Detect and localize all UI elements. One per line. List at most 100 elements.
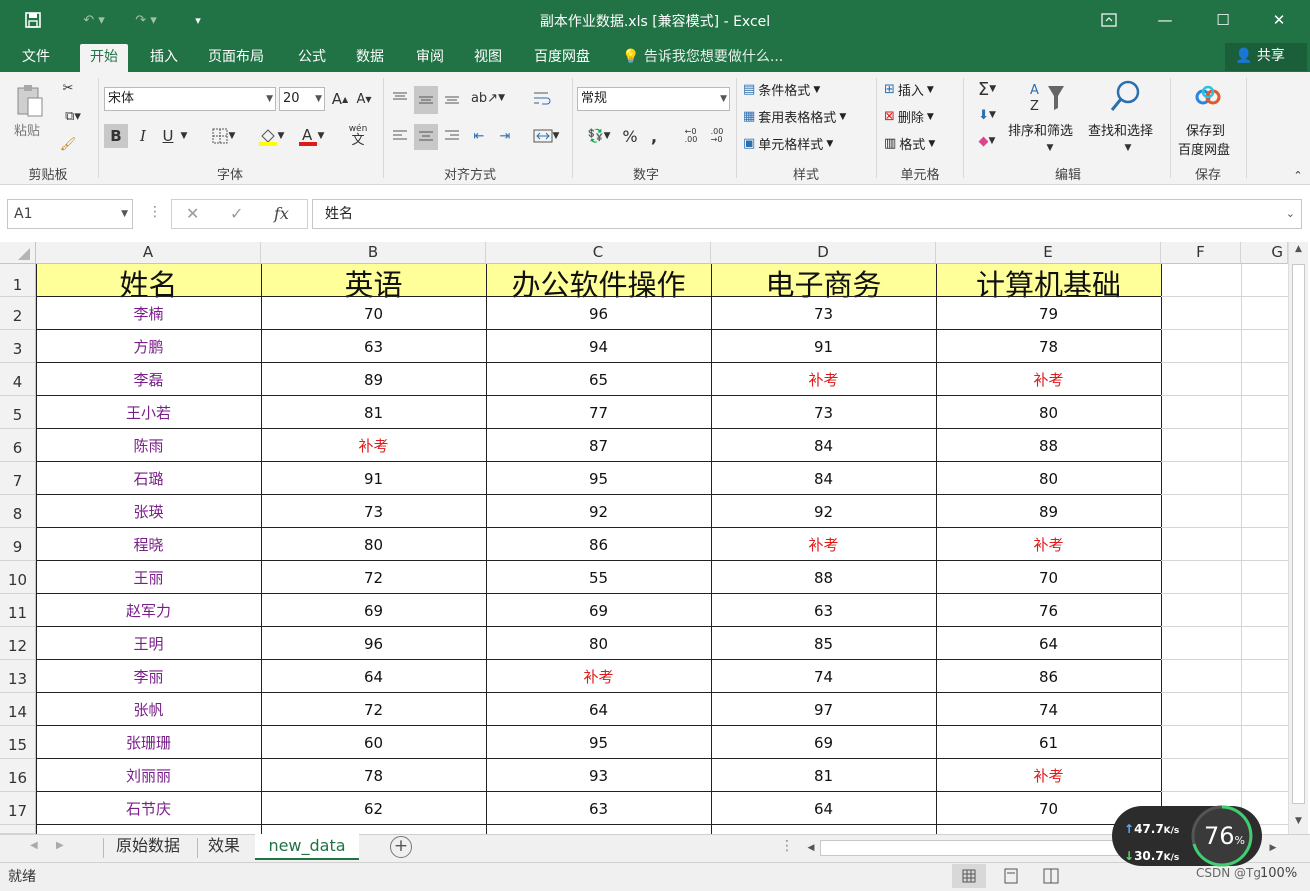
table-cell[interactable]: 74 [936,693,1161,726]
row-header[interactable]: 1 [0,264,36,297]
tab-review[interactable]: 审阅 [406,44,454,72]
header-cell[interactable]: 姓名 [36,264,261,302]
shrink-font-button[interactable]: A ▼ [354,87,374,111]
row-header[interactable]: 4 [0,363,36,396]
collapse-ribbon-icon[interactable]: ⌃ [1290,168,1306,182]
row-header[interactable]: 12 [0,627,36,660]
header-cell[interactable]: 计算机基础 [936,264,1161,302]
comma-button[interactable]: , [646,124,662,148]
autosum-icon[interactable]: Σ ▼ [970,78,1004,100]
borders-icon[interactable]: ▼ [204,124,242,148]
sheet-tab-splitter-icon[interactable]: ⋮ [780,838,794,854]
row-header[interactable]: 17 [0,792,36,825]
sheet-tab-effect[interactable]: 效果 [198,834,250,860]
table-cell[interactable]: 80 [261,528,486,561]
table-cell[interactable]: 72 [261,693,486,726]
column-header-f[interactable]: F [1161,242,1241,264]
grow-font-button[interactable]: A ▲ [330,87,350,111]
header-cell[interactable]: 办公软件操作 [486,264,711,302]
table-cell[interactable]: 69 [486,594,711,627]
table-cell[interactable]: 63 [711,594,936,627]
row-header[interactable]: 3 [0,330,36,363]
table-cell[interactable]: 96 [486,297,711,330]
vertical-scroll-thumb[interactable] [1292,264,1305,804]
table-cell[interactable]: 78 [261,759,486,792]
table-cell[interactable]: 李丽 [36,660,261,693]
page-break-view-icon[interactable] [1036,864,1066,888]
table-cell[interactable]: 69 [261,594,486,627]
row-header[interactable]: 15 [0,726,36,759]
font-size-select[interactable]: 20 ▼ [279,87,325,111]
table-cell[interactable]: 73 [711,297,936,330]
table-cell[interactable]: 95 [486,462,711,495]
table-cell[interactable]: 88 [711,561,936,594]
table-cell[interactable]: 92 [711,495,936,528]
tab-page-layout[interactable]: 页面布局 [198,44,274,72]
row-header[interactable]: 7 [0,462,36,495]
fill-icon[interactable]: ⬇ ▼ [970,104,1004,126]
table-cell[interactable]: 93 [486,759,711,792]
paste-icon[interactable] [12,80,48,120]
table-cell[interactable]: 64 [711,792,936,825]
tab-data[interactable]: 数据 [346,44,394,72]
align-middle-icon[interactable] [414,86,438,114]
tab-home[interactable]: 开始 [80,44,128,72]
table-cell[interactable]: 赵军力 [36,594,261,627]
page-layout-view-icon[interactable] [996,864,1026,888]
ribbon-display-icon[interactable] [1096,8,1122,32]
fill-color-icon[interactable]: ▼ [252,124,290,148]
select-all-corner[interactable] [0,242,36,264]
decrease-indent-icon[interactable]: ⇤ [468,124,490,148]
table-cell[interactable]: 69 [711,726,936,759]
underline-dropdown-icon[interactable]: ▼ [178,124,190,148]
table-cell[interactable]: 64 [261,660,486,693]
baidu-netdisk-icon[interactable] [1190,82,1226,112]
table-cell[interactable]: 补考 [936,528,1161,561]
find-select-dropdown-icon[interactable]: ▼ [1122,142,1134,154]
table-cell[interactable]: 86 [936,660,1161,693]
sheet-tab-original-data[interactable]: 原始数据 [106,834,190,860]
table-cell[interactable]: 72 [261,561,486,594]
table-cell[interactable]: 81 [261,396,486,429]
currency-icon[interactable]: 💱 ▼ [580,124,618,148]
sort-filter-button[interactable]: 排序和筛选 [1008,120,1073,139]
format-painter-icon[interactable]: 🖌 [58,134,78,154]
table-cell[interactable]: 85 [711,627,936,660]
row-header[interactable]: 6 [0,429,36,462]
tab-insert[interactable]: 插入 [140,44,188,72]
column-header-g[interactable]: G [1241,242,1288,264]
row-header[interactable] [0,825,36,834]
underline-button[interactable]: U [158,124,178,148]
table-cell[interactable]: 80 [486,627,711,660]
italic-button[interactable]: I [132,124,154,148]
close-icon[interactable]: ✕ [1266,8,1292,32]
table-cell[interactable]: 64 [486,693,711,726]
row-header[interactable]: 8 [0,495,36,528]
table-cell[interactable]: 87 [486,429,711,462]
copy-icon[interactable]: ⧉▾ [58,106,88,126]
align-center-icon[interactable] [414,124,438,150]
table-cell[interactable]: 70 [936,561,1161,594]
horizontal-scroll-thumb[interactable] [820,840,1150,856]
phonetic-guide-icon[interactable]: wén 文 [340,122,376,150]
table-cell[interactable]: 张瑛 [36,495,261,528]
align-top-icon[interactable] [389,86,411,110]
table-cell[interactable]: 80 [936,462,1161,495]
tell-me-search[interactable]: 💡 告诉我您想要做什么... [622,46,783,66]
header-cell[interactable]: 电子商务 [711,264,936,302]
tab-formulas[interactable]: 公式 [288,44,336,72]
table-cell[interactable]: 81 [711,759,936,792]
formula-input[interactable]: 姓名 ⌄ [312,199,1302,229]
tab-view[interactable]: 视图 [464,44,512,72]
row-header[interactable]: 9 [0,528,36,561]
table-cell[interactable]: 张帆 [36,693,261,726]
table-cell[interactable]: 补考 [936,363,1161,396]
table-cell[interactable]: 73 [261,495,486,528]
table-cell[interactable]: 80 [936,396,1161,429]
header-cell[interactable]: 英语 [261,264,486,302]
increase-indent-icon[interactable]: ⇥ [494,124,516,148]
row-header[interactable]: 13 [0,660,36,693]
table-cell[interactable]: 78 [936,330,1161,363]
table-cell[interactable]: 刘丽丽 [36,759,261,792]
table-cell[interactable]: 84 [711,429,936,462]
